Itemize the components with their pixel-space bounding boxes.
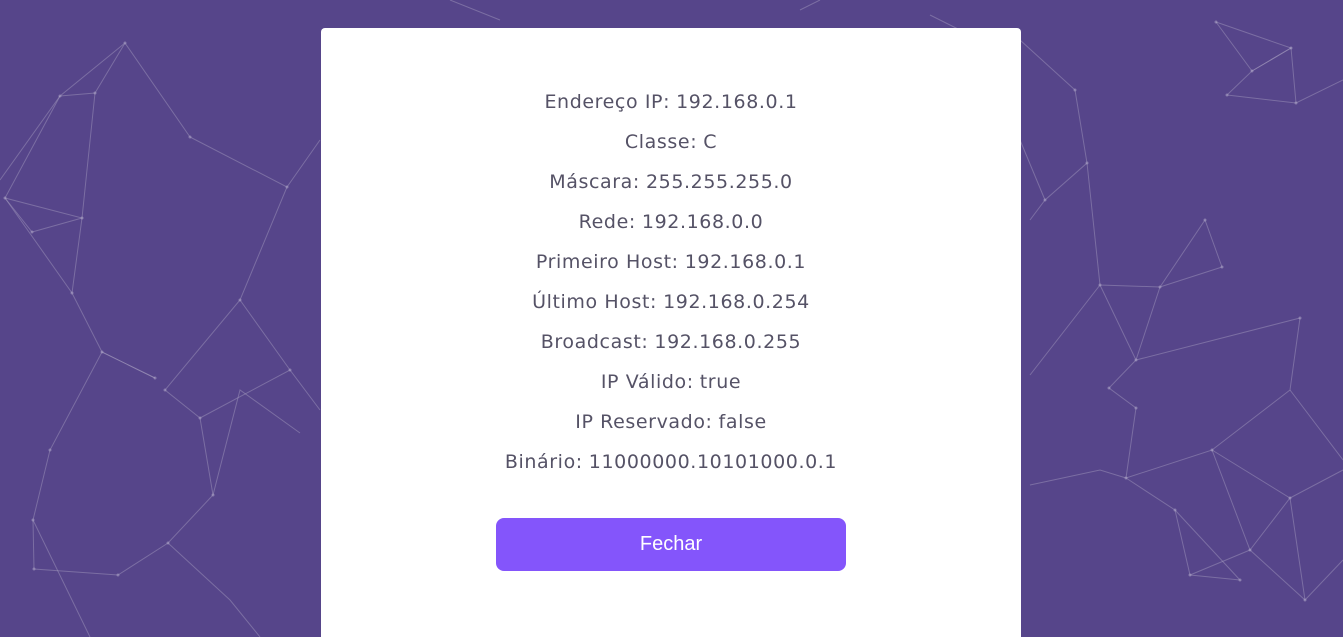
row-value: 192.168.0.0 (641, 211, 764, 233)
row-value: 11000000.10101000.0.1 (588, 451, 838, 473)
row-label: Máscara: (549, 171, 640, 193)
ip-result-dialog: Endereço IP: 192.168.0.1 Classe: C Máscara… (321, 28, 1021, 637)
row-label: Broadcast: (540, 331, 649, 353)
binary-row: Binário: 11000000.10101000.0.1 (321, 451, 1021, 501)
ip-info-list: Endereço IP: 192.168.0.1 Classe: C Máscara… (321, 91, 1021, 501)
row-label: Endereço IP: (544, 91, 671, 113)
row-value: 192.168.0.255 (654, 331, 802, 353)
row-label: Classe: (624, 131, 698, 153)
row-value: 255.255.255.0 (645, 171, 793, 193)
row-label: Rede: (578, 211, 636, 233)
row-value: 192.168.0.1 (676, 91, 798, 113)
close-button[interactable]: Fechar (496, 518, 846, 571)
row-value: 192.168.0.254 (663, 291, 810, 313)
row-label: IP Válido: (600, 371, 694, 393)
row-label: Primeiro Host: (535, 251, 679, 273)
row-value: true (699, 371, 742, 393)
row-label: Último Host: (532, 291, 658, 313)
row-value: 192.168.0.1 (684, 251, 807, 273)
row-value: false (718, 411, 767, 433)
row-label: Binário: (504, 451, 583, 473)
row-value: C (703, 131, 718, 153)
row-label: IP Reservado: (575, 411, 713, 433)
